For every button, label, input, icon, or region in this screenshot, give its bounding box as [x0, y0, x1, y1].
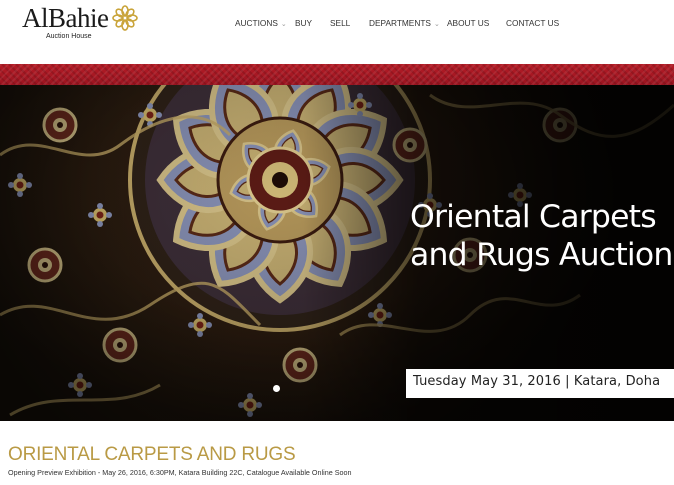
nav-about-us[interactable]: ABOUT US: [447, 17, 489, 29]
hero-date-banner: Tuesday May 31, 2016 | Katara, Doha: [406, 369, 674, 398]
section-title: ORIENTAL CARPETS AND RUGS: [8, 444, 296, 465]
section-subtitle: Opening Preview Exhibition - May 26, 201…: [8, 468, 352, 477]
hero-title-line2: and Rugs Auction: [410, 237, 673, 273]
brand-logo[interactable]: AlBahie Auction House: [22, 2, 142, 42]
nav-buy-label: BUY: [295, 18, 313, 28]
nav-departments[interactable]: DEPARTMENTS ⌄: [369, 17, 440, 31]
nav-sell-label: SELL: [330, 18, 351, 28]
hero-title: Oriental Carpets and Rugs Auction: [410, 198, 673, 274]
nav-sell[interactable]: SELL: [330, 17, 350, 29]
brand-name: AlBahie: [22, 3, 109, 33]
nav-about-label: ABOUT US: [447, 18, 490, 28]
flower-logo-icon: [112, 5, 138, 31]
brand-tagline: Auction House: [46, 33, 92, 40]
decorative-ribbon: [0, 64, 674, 86]
chevron-down-icon: ⌄: [280, 21, 287, 28]
chevron-down-icon: ⌄: [433, 21, 440, 28]
nav-auctions-label: AUCTIONS: [235, 18, 278, 28]
nav-buy[interactable]: BUY: [295, 17, 312, 29]
hero-title-line1: Oriental Carpets: [410, 199, 657, 235]
nav-contact-label: CONTACT US: [506, 18, 560, 28]
slider-dot[interactable]: [273, 385, 280, 392]
hero-slider[interactable]: Oriental Carpets and Rugs Auction Tuesda…: [0, 85, 674, 421]
nav-auctions[interactable]: AUCTIONS ⌄: [235, 17, 287, 31]
site-header: AlBahie Auction House AUCTIONS ⌄ BUY SELL: [0, 0, 674, 64]
nav-contact-us[interactable]: CONTACT US: [506, 17, 559, 29]
nav-departments-label: DEPARTMENTS: [369, 18, 431, 28]
hero-date-text: Tuesday May 31, 2016 | Katara, Doha: [413, 374, 661, 389]
